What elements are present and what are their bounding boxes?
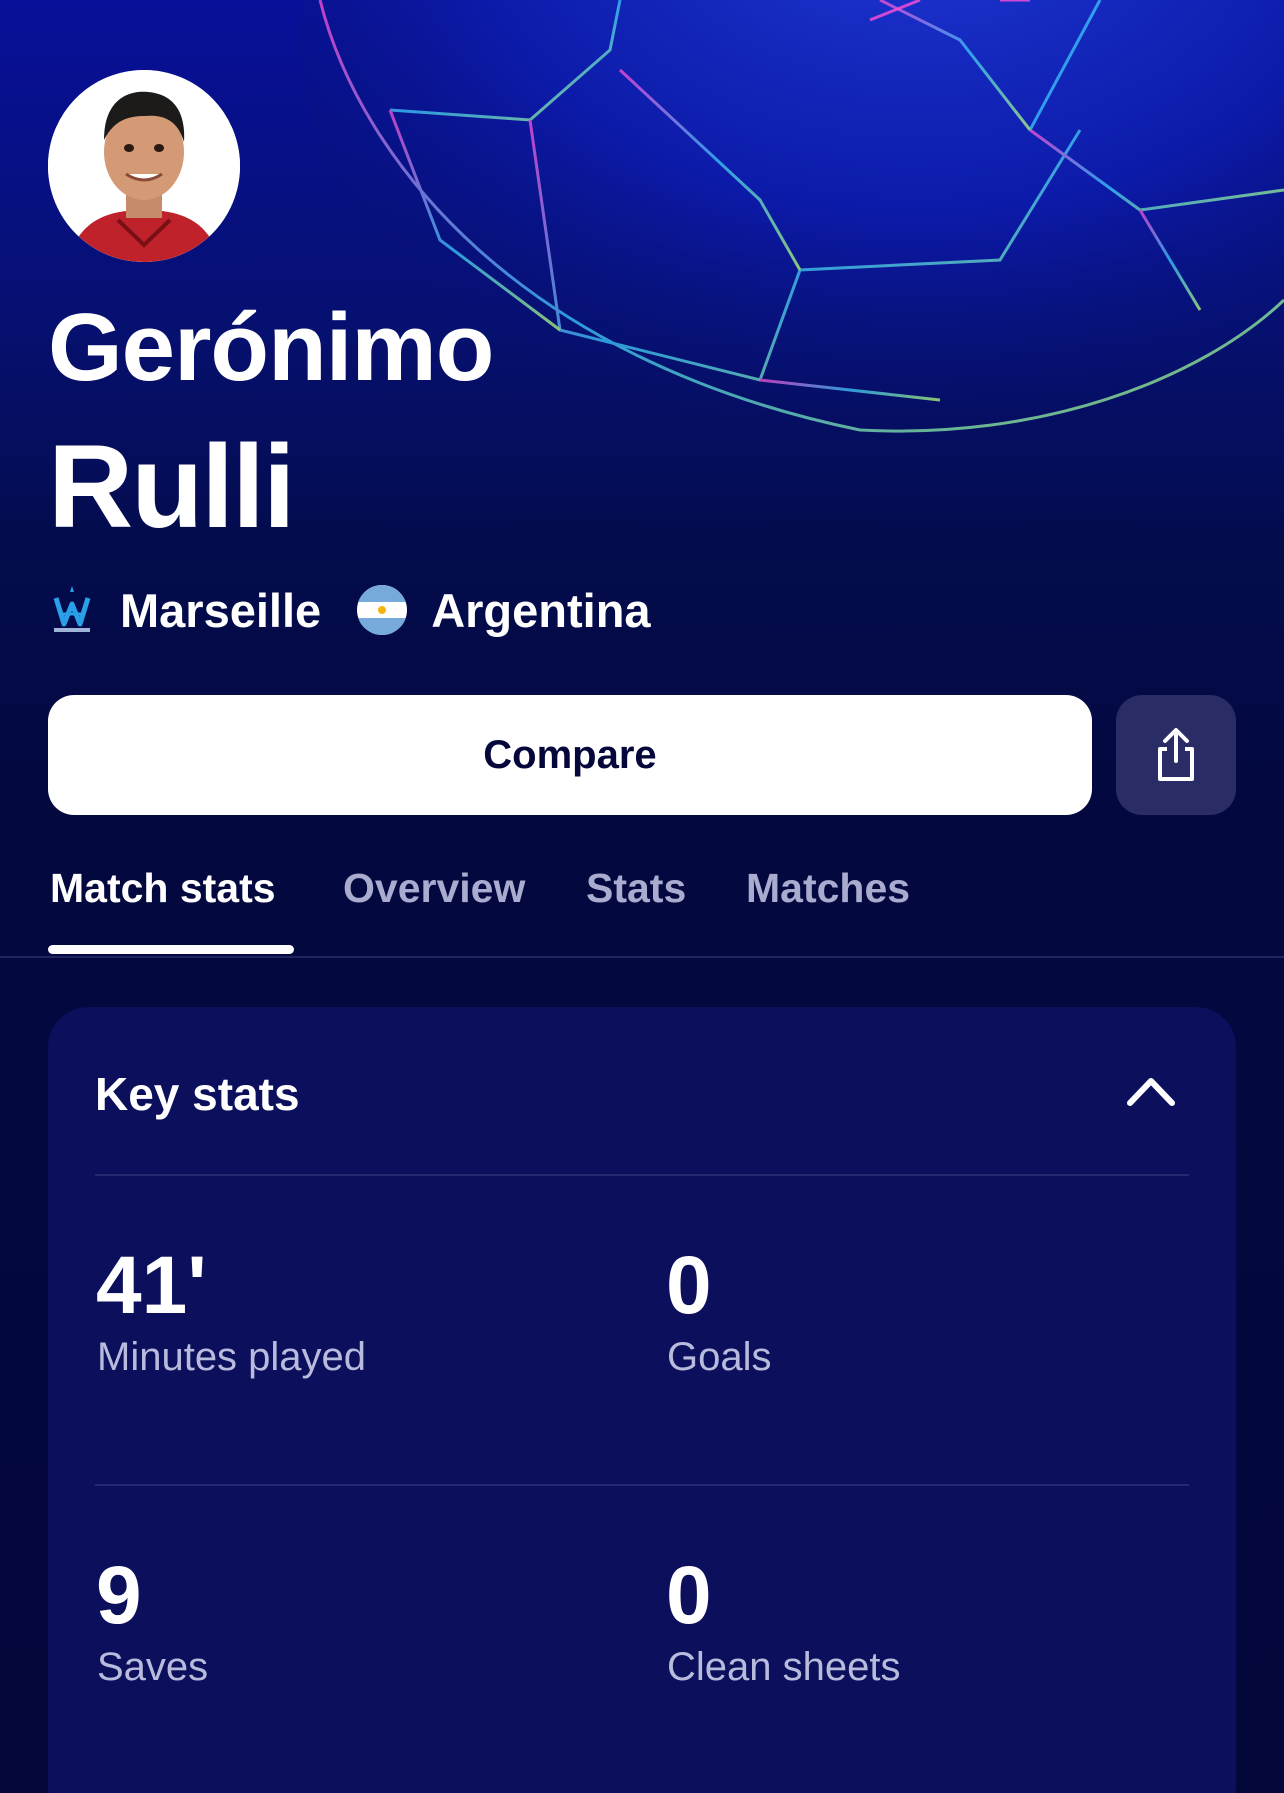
compare-button[interactable]: Compare xyxy=(48,695,1092,815)
club-name[interactable]: Marseille xyxy=(120,583,321,638)
active-tab-indicator xyxy=(48,945,294,954)
divider xyxy=(95,1174,1189,1176)
player-meta: Marseille Argentina xyxy=(48,580,651,640)
tab-match-stats[interactable]: Match stats xyxy=(50,865,276,912)
argentina-flag-icon xyxy=(357,585,408,635)
player-photo xyxy=(48,70,240,262)
clean-sheets-label: Clean sheets xyxy=(667,1645,901,1689)
key-stats-card: Key stats 41' Minutes played 0 Goals 9 S… xyxy=(48,1007,1236,1793)
clean-sheets-value: 0 xyxy=(666,1550,712,1641)
tab-overview[interactable]: Overview xyxy=(343,865,525,912)
tab-bar: Match stats Overview Stats Matches xyxy=(0,855,1284,958)
share-icon xyxy=(1158,728,1194,781)
share-button[interactable] xyxy=(1116,695,1236,815)
key-stats-title: Key stats xyxy=(95,1068,300,1120)
player-avatar xyxy=(48,70,240,262)
minutes-played-label: Minutes played xyxy=(97,1335,367,1379)
saves-value: 9 xyxy=(96,1550,142,1641)
player-last-name: Rulli xyxy=(48,421,296,553)
saves-label: Saves xyxy=(97,1645,209,1689)
tab-matches[interactable]: Matches xyxy=(746,865,910,912)
club-crest-icon xyxy=(53,586,91,632)
player-profile-page: Gerónimo Rulli Marseille Argentina Compa… xyxy=(0,0,1284,1793)
goals-label: Goals xyxy=(667,1335,772,1379)
nation-name[interactable]: Argentina xyxy=(431,583,650,638)
player-first-name: Gerónimo xyxy=(48,294,494,401)
chevron-up-icon[interactable] xyxy=(1126,1071,1176,1111)
minutes-played-value: 41' xyxy=(96,1240,207,1331)
goals-value: 0 xyxy=(666,1240,712,1331)
tab-stats[interactable]: Stats xyxy=(586,865,686,912)
divider xyxy=(95,1484,1189,1486)
